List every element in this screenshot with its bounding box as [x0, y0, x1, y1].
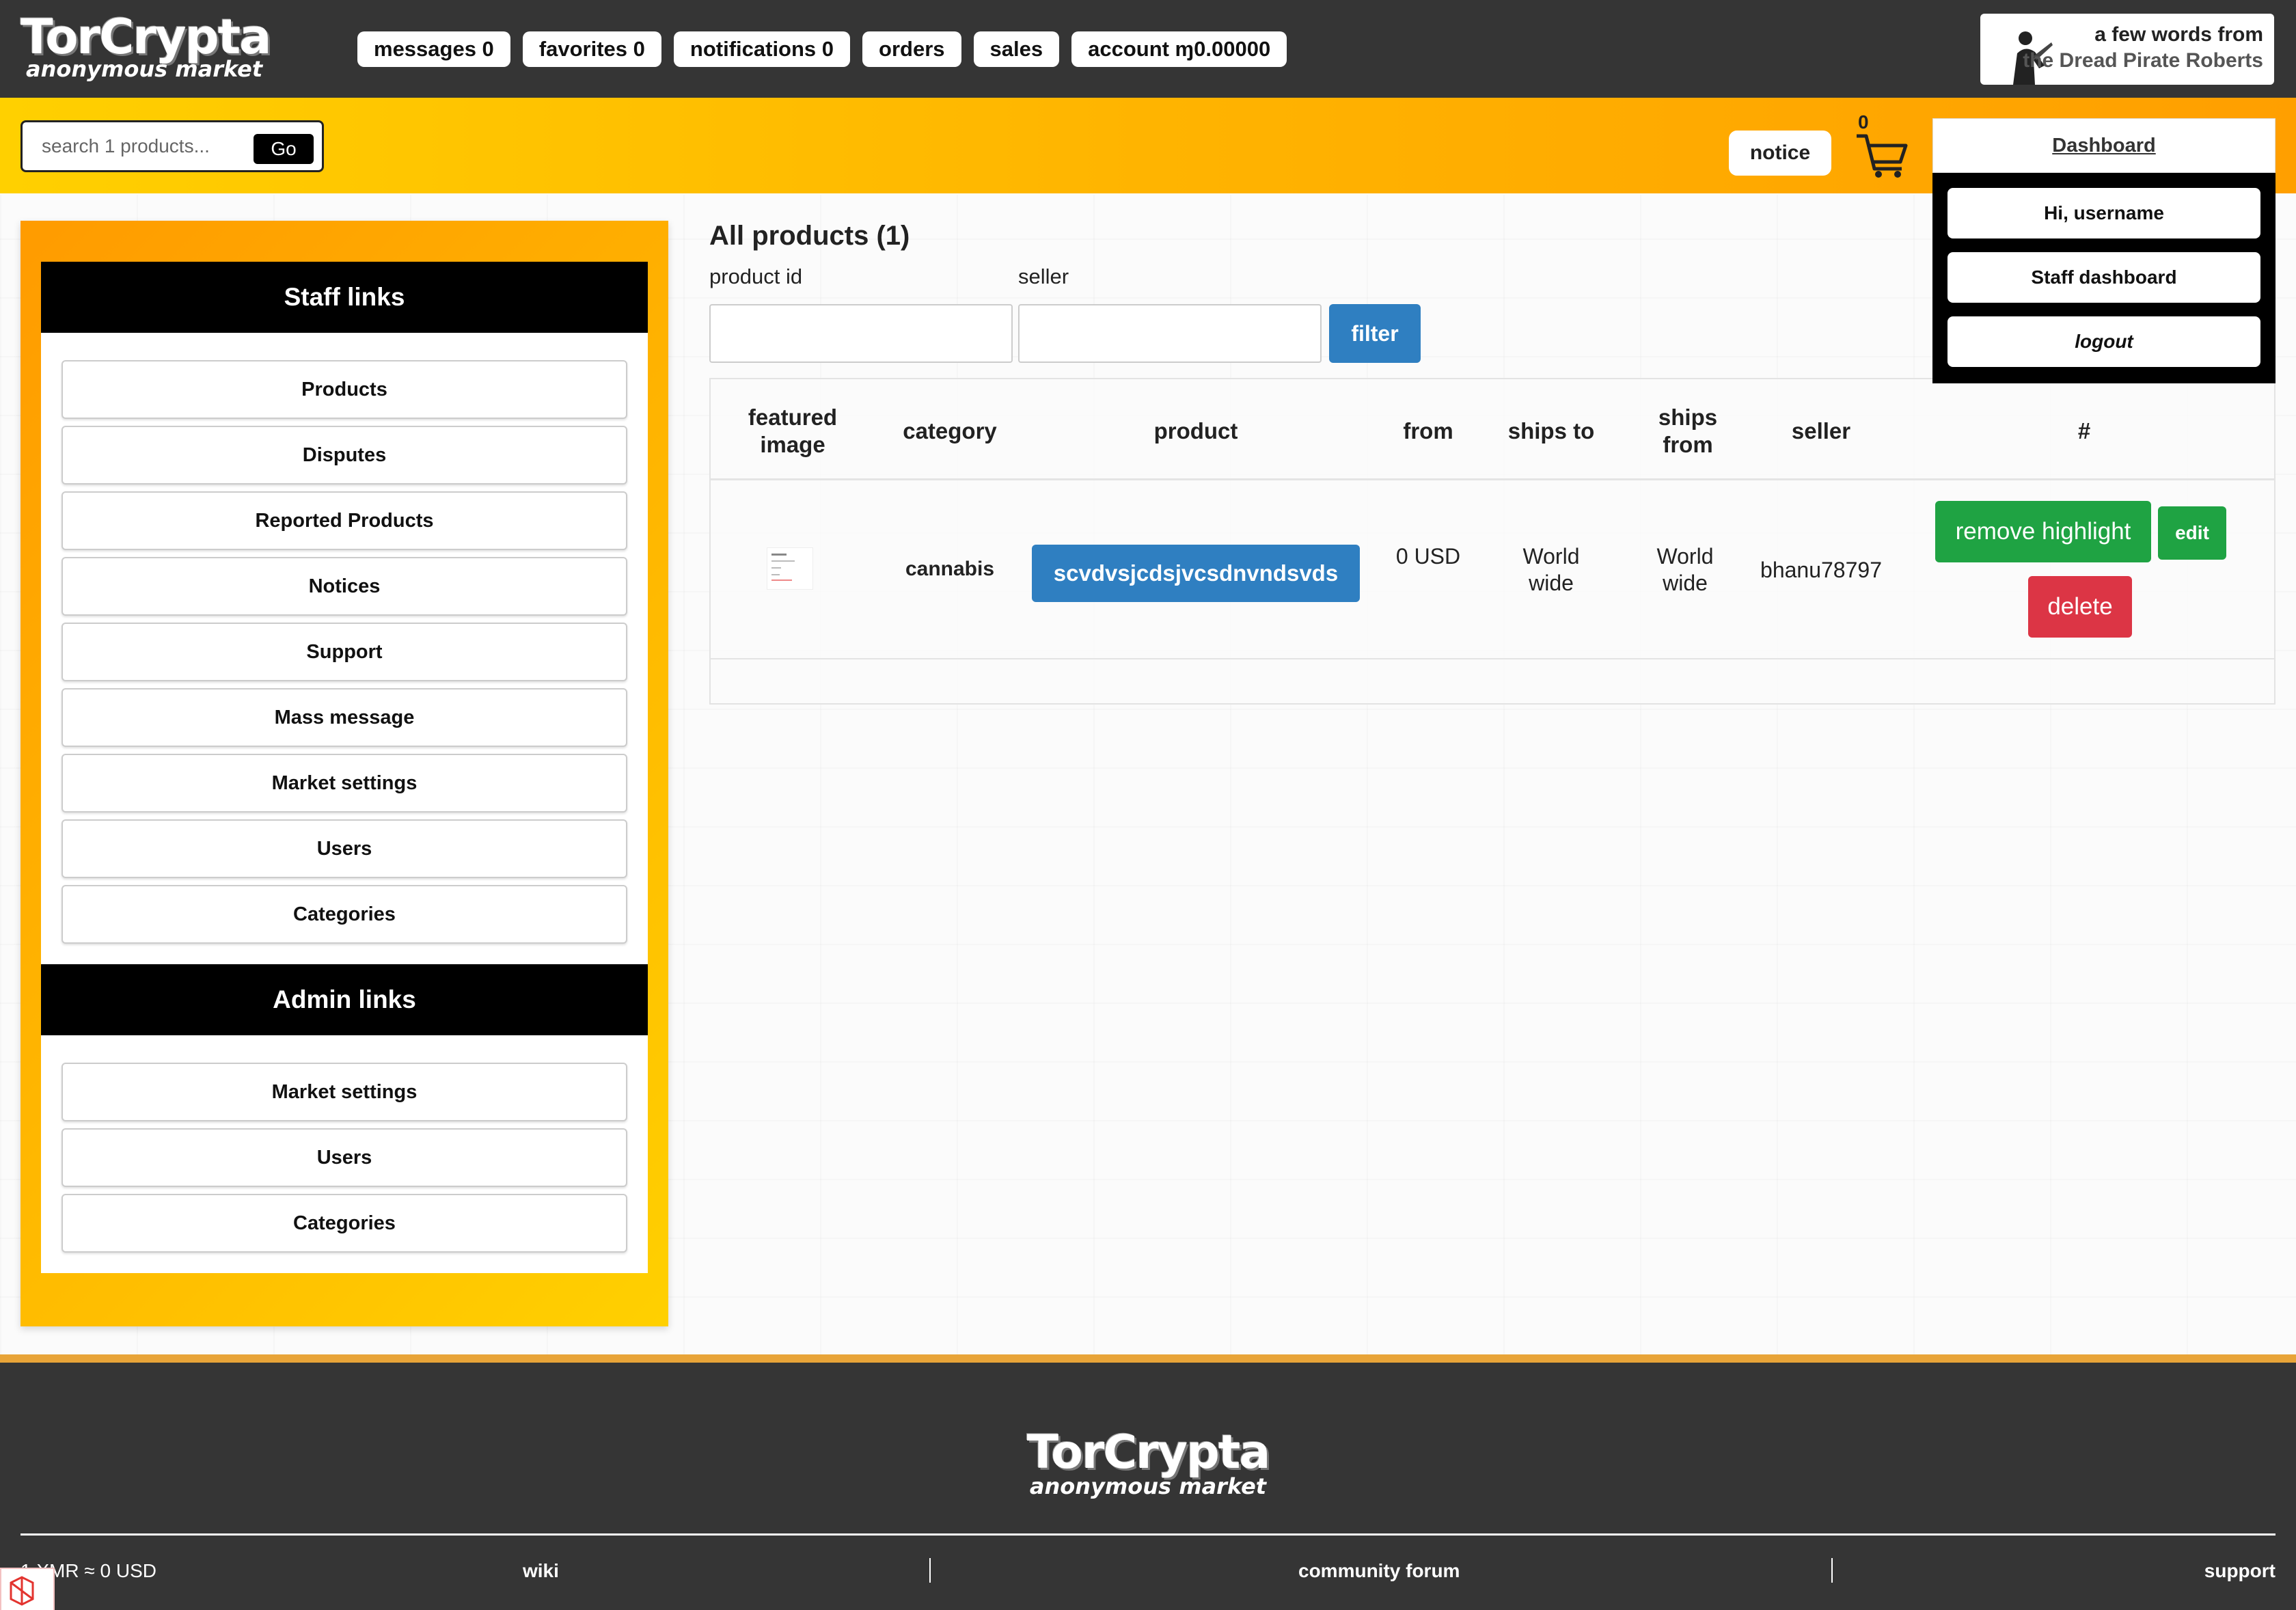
search-go-button[interactable]: Go	[254, 134, 314, 164]
row-category: cannabis	[905, 558, 995, 580]
orders-link[interactable]: orders	[862, 31, 961, 67]
sidebar-item-market-settings[interactable]: Market settings	[62, 754, 627, 813]
sidebar-item-users[interactable]: Users	[62, 819, 627, 878]
row-seller: bhanu78797	[1760, 558, 1882, 582]
seller-label: seller	[1018, 264, 1069, 288]
admin-item-market-settings[interactable]: Market settings	[62, 1063, 627, 1121]
sidebar: Staff links Products Disputes Reported P…	[41, 262, 648, 1273]
top-header: TorCrypta anonymous market messages 0 fa…	[0, 0, 2296, 98]
account-balance-link[interactable]: account ɱ0.00000	[1071, 31, 1287, 67]
footer-logo[interactable]: TorCrypta anonymous market	[0, 1425, 2296, 1497]
sidebar-item-reported-products[interactable]: Reported Products	[62, 491, 627, 550]
search-input[interactable]	[42, 135, 247, 157]
row-from: 0 USD	[1395, 544, 1461, 569]
remove-highlight-button[interactable]: remove highlight	[1935, 501, 2151, 562]
sidebar-frame: Staff links Products Disputes Reported P…	[20, 221, 668, 1326]
footer-wiki-link[interactable]: wiki	[523, 1554, 559, 1588]
footer-links: 1 XMR ≈ 0 USD wiki community forum suppo…	[20, 1554, 2276, 1588]
sidebar-item-products[interactable]: Products	[62, 360, 627, 419]
dashboard-toggle[interactable]: Dashboard	[1932, 118, 2276, 173]
product-image-icon	[771, 554, 795, 581]
col-product: product	[1153, 418, 1238, 444]
admin-item-users[interactable]: Users	[62, 1128, 627, 1187]
dashboard-greeting[interactable]: Hi, username	[1948, 188, 2260, 238]
admin-links-heading: Admin links	[41, 964, 648, 1035]
seller-input[interactable]	[1018, 304, 1322, 363]
row-ships-to: World wide	[1522, 544, 1580, 595]
brand-logo[interactable]: TorCrypta anonymous market	[20, 10, 271, 82]
dpr-line1: a few words from	[2094, 23, 2263, 46]
laravel-icon	[10, 1576, 34, 1606]
product-id-label: product id	[709, 264, 803, 288]
table-row: cannabis scvdvsjcdsjvcsdnvndsvds 0 USD W…	[711, 480, 2274, 659]
footer-divider	[20, 1533, 2276, 1536]
dashboard-dropdown: Dashboard Hi, username Staff dashboard l…	[1932, 118, 2276, 383]
dpr-message-link[interactable]: a few words from the Dread Pirate Robert…	[1980, 14, 2274, 85]
dpr-line2: the Dread Pirate Roberts	[2023, 49, 2263, 72]
notifications-link[interactable]: notifications 0	[673, 31, 851, 67]
dashboard-menu: Hi, username Staff dashboard logout	[1932, 173, 2276, 383]
product-id-input[interactable]	[709, 304, 1013, 363]
col-featured-image: featured image	[748, 405, 838, 457]
sidebar-item-notices[interactable]: Notices	[62, 557, 627, 616]
table-header: featured image category product from shi…	[711, 379, 2274, 480]
top-nav: messages 0 favorites 0 notifications 0 o…	[357, 31, 1287, 67]
staff-links-heading: Staff links	[41, 262, 648, 333]
col-ships-from: ships from	[1658, 405, 1718, 457]
footer-brand-tagline: anonymous market	[1029, 1473, 1267, 1499]
col-category: category	[903, 418, 997, 444]
footer-community-forum-link[interactable]: community forum	[1298, 1554, 1460, 1588]
favorites-link[interactable]: favorites 0	[522, 31, 661, 67]
product-link[interactable]: scvdvsjcdsjvcsdnvndsvds	[1032, 545, 1360, 602]
cart-count: 0	[1858, 111, 1869, 133]
staff-dashboard-link[interactable]: Staff dashboard	[1948, 252, 2260, 303]
row-ships-from: World wide	[1656, 544, 1714, 595]
cart-button[interactable]: 0	[1855, 111, 1910, 180]
sidebar-item-categories[interactable]: Categories	[62, 885, 627, 944]
col-actions: #	[2077, 418, 2091, 444]
notice-button[interactable]: notice	[1729, 131, 1831, 176]
footer-brand-name: TorCrypta	[1026, 1425, 1270, 1479]
col-seller: seller	[1791, 418, 1851, 444]
logout-link[interactable]: logout	[1948, 316, 2260, 367]
footer-separator	[1831, 1558, 1833, 1583]
sidebar-item-mass-message[interactable]: Mass message	[62, 688, 627, 747]
messages-link[interactable]: messages 0	[357, 31, 510, 67]
featured-image-thumbnail[interactable]	[767, 547, 813, 590]
search-form: Go	[20, 120, 324, 172]
edit-button[interactable]: edit	[2158, 506, 2226, 560]
filter-form: product id seller filter	[709, 221, 1461, 385]
admin-item-categories[interactable]: Categories	[62, 1194, 627, 1253]
staff-links-list: Products Disputes Reported Products Noti…	[41, 333, 648, 964]
sales-link[interactable]: sales	[973, 31, 1060, 67]
footer-support-link[interactable]: support	[2204, 1554, 2276, 1588]
sidebar-item-disputes[interactable]: Disputes	[62, 426, 627, 485]
brand-tagline: anonymous market	[26, 56, 263, 82]
admin-links-list: Market settings Users Categories	[41, 1035, 648, 1273]
dpr-text: a few words from the Dread Pirate Robert…	[2023, 22, 2263, 74]
footer: TorCrypta anonymous market 1 XMR ≈ 0 USD…	[0, 1354, 2296, 1610]
footer-separator	[929, 1558, 931, 1583]
delete-button[interactable]: delete	[2028, 576, 2132, 638]
debug-badge[interactable]	[0, 1568, 55, 1610]
col-ships-to: ships to	[1507, 418, 1595, 444]
products-table: featured image category product from shi…	[709, 378, 2276, 705]
sidebar-item-support[interactable]: Support	[62, 623, 627, 681]
col-from: from	[1403, 418, 1453, 444]
filter-button[interactable]: filter	[1329, 304, 1421, 363]
